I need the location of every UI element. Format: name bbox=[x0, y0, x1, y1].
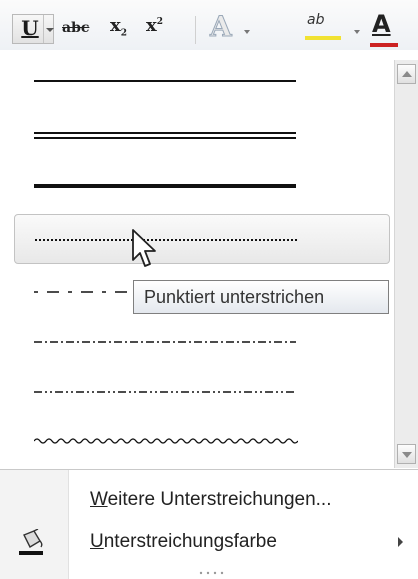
text-effects-dropdown-icon[interactable] bbox=[244, 30, 250, 34]
menu-item-label: Weitere Unterstreichungen... bbox=[90, 489, 332, 511]
triangle-down-icon bbox=[402, 452, 412, 458]
line-sample bbox=[34, 391, 296, 393]
menu-item-more-underlines[interactable]: Weitere Unterstreichungen... bbox=[0, 481, 418, 519]
paint-bucket-icon bbox=[19, 529, 43, 555]
line-sample bbox=[34, 438, 298, 444]
highlight-color-button[interactable]: ab bbox=[305, 12, 341, 40]
tooltip: Punktiert unterstrichen bbox=[133, 280, 389, 314]
menu-item-text: nterstreichungsfarbe bbox=[103, 531, 277, 552]
submenu-arrow-icon bbox=[398, 537, 403, 547]
text-effects-button[interactable]: A bbox=[210, 10, 233, 44]
line-sample bbox=[35, 239, 297, 241]
underline-style-dash-dot[interactable] bbox=[14, 320, 390, 364]
underline-style-double[interactable] bbox=[14, 110, 390, 154]
underline-style-wave[interactable] bbox=[14, 420, 390, 464]
superscript-base: x bbox=[146, 15, 157, 36]
font-color-button[interactable]: A bbox=[370, 10, 398, 47]
underline-style-thick[interactable] bbox=[14, 162, 390, 206]
resize-grip-icon[interactable] bbox=[197, 570, 227, 576]
highlight-dropdown-icon[interactable] bbox=[354, 30, 360, 34]
accelerator-key: U bbox=[90, 531, 104, 552]
underline-split-button[interactable]: U bbox=[12, 14, 54, 44]
subscript-base: x bbox=[110, 15, 121, 36]
subscript-button[interactable]: x2 bbox=[110, 15, 127, 45]
font-format-toolbar: U abc x2 x2 A ab A bbox=[0, 0, 418, 50]
subscript-mark: 2 bbox=[120, 28, 127, 39]
split-divider bbox=[43, 15, 44, 43]
menu-item-underline-color[interactable]: Unterstreichungsfarbe bbox=[0, 523, 418, 561]
line-sample bbox=[34, 80, 296, 82]
gallery-scrollbar[interactable] bbox=[394, 60, 418, 468]
menu-item-label: Unterstreichungsfarbe bbox=[90, 531, 277, 553]
accelerator-key: W bbox=[90, 489, 108, 510]
highlight-label: ab bbox=[307, 12, 325, 28]
underline-style-dotted[interactable] bbox=[14, 214, 390, 264]
scroll-up-button[interactable] bbox=[397, 64, 416, 84]
underline-button[interactable]: U bbox=[17, 16, 43, 40]
font-color-bar bbox=[370, 43, 398, 47]
line-sample bbox=[34, 184, 296, 188]
triangle-up-icon bbox=[402, 71, 412, 77]
underline-style-gallery bbox=[0, 50, 418, 468]
underline-style-single[interactable] bbox=[14, 58, 390, 102]
line-sample bbox=[34, 341, 296, 343]
font-color-label: A bbox=[372, 10, 391, 38]
strikethrough-button[interactable]: abc bbox=[62, 20, 89, 50]
highlight-color-bar bbox=[305, 36, 341, 40]
underline-style-dash-dot-dot[interactable] bbox=[14, 370, 390, 414]
toolbar-separator bbox=[195, 16, 196, 44]
menu-item-text: eitere Unterstreichungen... bbox=[107, 489, 332, 510]
superscript-mark: 2 bbox=[156, 17, 163, 27]
line-sample bbox=[34, 132, 296, 139]
scroll-down-button[interactable] bbox=[397, 444, 416, 464]
superscript-button[interactable]: x2 bbox=[146, 15, 163, 45]
mouse-cursor-icon bbox=[132, 229, 156, 267]
underline-dropdown-arrow-icon[interactable] bbox=[46, 28, 54, 32]
